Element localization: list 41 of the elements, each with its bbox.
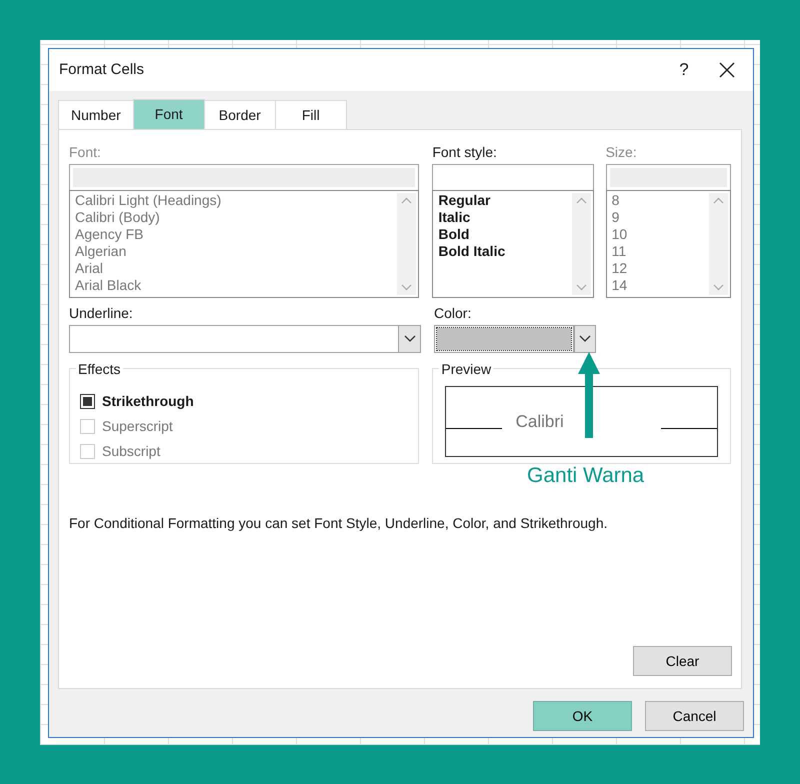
- dropdown-button[interactable]: [574, 325, 596, 353]
- font-style-label: Font style:: [432, 143, 498, 162]
- tab[interactable]: Fill: [274, 100, 347, 130]
- dropdown-button[interactable]: [398, 326, 420, 352]
- scrollbar[interactable]: [708, 193, 728, 295]
- scrollbar[interactable]: [397, 193, 416, 295]
- clear-button[interactable]: Clear: [633, 646, 732, 676]
- tab[interactable]: Font: [132, 99, 205, 129]
- ok-button[interactable]: OK: [533, 701, 632, 731]
- underline-label: Underline:: [69, 304, 134, 323]
- font-style-list[interactable]: Regular Italic Bold Bold Italic: [432, 190, 594, 298]
- font-label: Font:: [69, 143, 102, 162]
- chevron-down-icon[interactable]: [401, 284, 412, 291]
- chevron-down-icon[interactable]: [712, 284, 724, 291]
- tab[interactable]: Border: [204, 100, 276, 130]
- chevron-up-icon[interactable]: [576, 197, 587, 204]
- checkbox-label[interactable]: Strikethrough: [102, 391, 194, 412]
- cancel-button[interactable]: Cancel: [645, 701, 744, 731]
- checkbox[interactable]: [80, 394, 95, 409]
- close-icon: [719, 62, 735, 78]
- font-style-option[interactable]: Italic: [438, 209, 565, 226]
- size-field[interactable]: [606, 164, 731, 190]
- size-label: Size:: [606, 143, 638, 162]
- font-style-field[interactable]: [432, 164, 594, 190]
- font-style-option[interactable]: Regular: [438, 192, 565, 209]
- chevron-up-icon[interactable]: [712, 197, 724, 204]
- info-text: For Conditional Formatting you can set Font Style, Underline, Color, and Strikethrough.: [69, 514, 608, 533]
- chevron-down-icon: [404, 335, 416, 343]
- preview-text: Calibri: [514, 410, 565, 433]
- font-style-option[interactable]: Bold Italic: [438, 243, 565, 260]
- tab[interactable]: Number: [58, 100, 134, 130]
- chevron-down-icon: [579, 335, 591, 343]
- chevron-up-icon[interactable]: [401, 197, 412, 204]
- scrollbar[interactable]: [572, 193, 591, 295]
- font-style-option[interactable]: Bold: [438, 226, 565, 243]
- chevron-down-icon[interactable]: [576, 284, 587, 291]
- font-field[interactable]: [69, 164, 420, 190]
- color-label: Color:: [434, 304, 472, 323]
- window-title: Format Cells: [59, 60, 146, 80]
- annotation-text: Ganti Warna: [527, 463, 644, 489]
- help-button[interactable]: ?: [661, 57, 707, 83]
